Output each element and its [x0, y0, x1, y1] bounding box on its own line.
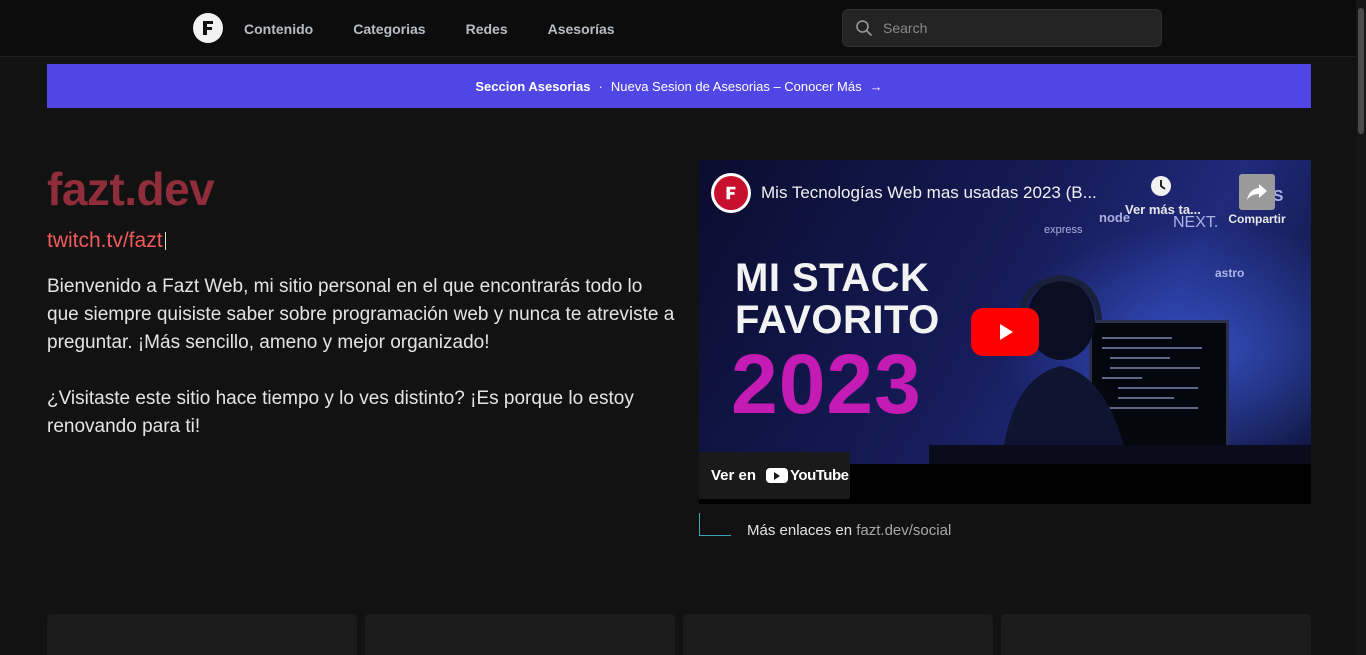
- channel-avatar[interactable]: [711, 173, 751, 213]
- intro-text: Bienvenido a Fazt Web, mi sitio personal…: [47, 273, 677, 441]
- more-links-text: Más enlaces en fazt.dev/social: [747, 522, 951, 539]
- youtube-wordmark: YouTube: [790, 467, 849, 484]
- twitch-link[interactable]: twitch.tv/fazt: [47, 229, 166, 253]
- scrollbar-thumb[interactable]: [1358, 8, 1364, 134]
- play-icon: [1000, 324, 1013, 340]
- intro-paragraph-1: Bienvenido a Fazt Web, mi sitio personal…: [47, 276, 675, 353]
- share-button[interactable]: Compartir: [1226, 174, 1288, 226]
- youtube-embed[interactable]: express node NEXT. astro TS MI STACK FAV…: [699, 160, 1311, 504]
- fazt-logo-icon: [726, 186, 736, 200]
- watch-on-youtube-button[interactable]: Ver en YouTube: [699, 452, 850, 499]
- nav-link-redes[interactable]: Redes: [466, 20, 508, 38]
- banner-section-label: Seccion Asesorias: [475, 78, 591, 94]
- thumbnail-person: [1001, 274, 1129, 464]
- nav-link-asesorias[interactable]: Asesorías: [548, 20, 615, 38]
- content-card[interactable]: [683, 614, 993, 655]
- nav-links: Contenido Categorias Redes Asesorías: [244, 20, 655, 38]
- thumbnail-year: 2023: [731, 337, 922, 431]
- share-label: Compartir: [1228, 212, 1286, 226]
- page-title: fazt.dev: [47, 163, 215, 215]
- intro-paragraph-2: ¿Visitaste este sitio hace tiempo y lo v…: [47, 388, 634, 437]
- thumbnail-headline: MI STACK FAVORITO: [735, 257, 940, 341]
- page-scrollbar[interactable]: [1356, 0, 1366, 655]
- banner-separator: ·: [598, 78, 603, 94]
- watch-on-label: Ver en: [711, 467, 757, 484]
- more-links-prefix: Más enlaces en: [747, 522, 853, 539]
- search-icon: [856, 20, 872, 36]
- video-thumbnail[interactable]: express node NEXT. astro TS MI STACK FAV…: [699, 160, 1311, 464]
- site-logo[interactable]: [193, 13, 223, 43]
- channel-logo: [714, 176, 748, 210]
- tech-label-express: express: [1044, 224, 1083, 236]
- watch-later-label[interactable]: Ver más ta...: [1125, 202, 1201, 217]
- top-navbar: Contenido Categorias Redes Asesorías: [0, 0, 1356, 57]
- play-button[interactable]: [971, 308, 1039, 356]
- search-input[interactable]: [883, 20, 1143, 36]
- content-card[interactable]: [1001, 614, 1311, 655]
- nav-link-categorias[interactable]: Categorias: [353, 20, 425, 38]
- twitch-link-text: twitch.tv/fazt: [47, 229, 163, 252]
- clock-icon[interactable]: [1149, 174, 1173, 198]
- thumbnail-desk: [929, 445, 1311, 464]
- video-title[interactable]: Mis Tecnologías Web mas usadas 2023 (B..…: [761, 183, 1097, 203]
- content-card[interactable]: [365, 614, 675, 655]
- social-link[interactable]: fazt.dev/social: [856, 522, 951, 539]
- arrow-right-icon: →: [869, 78, 883, 94]
- thumbnail-headline-line2: FAVORITO: [735, 298, 940, 342]
- fazt-logo-icon: [203, 21, 213, 35]
- share-icon: [1239, 174, 1275, 210]
- announcement-banner[interactable]: Seccion Asesorias · Nueva Sesion de Ases…: [47, 64, 1311, 108]
- links-decoration: [699, 513, 731, 536]
- banner-text: Nueva Sesion de Asesorias – Conocer Más: [610, 78, 862, 94]
- youtube-icon: [766, 468, 789, 483]
- tech-label-astro: astro: [1215, 266, 1245, 280]
- search-box[interactable]: [842, 9, 1162, 47]
- nav-link-contenido[interactable]: Contenido: [244, 20, 313, 38]
- thumbnail-headline-line1: MI STACK: [735, 256, 930, 300]
- content-card[interactable]: [47, 614, 357, 655]
- text-cursor: [164, 232, 166, 250]
